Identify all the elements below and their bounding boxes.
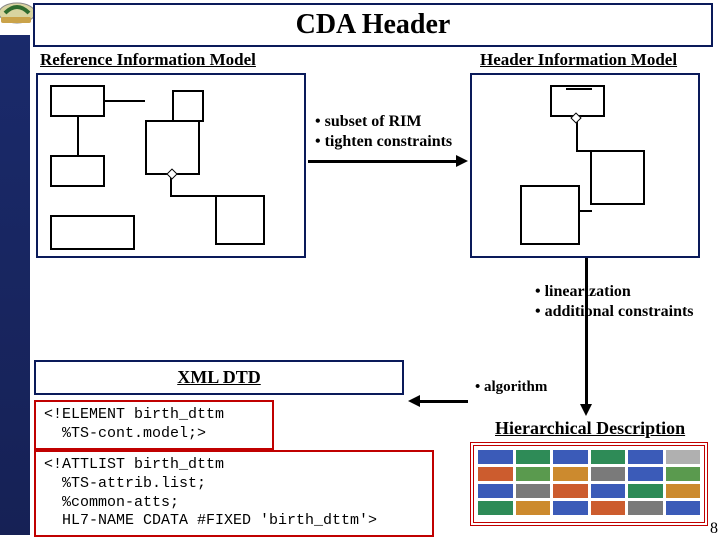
hd-cell <box>516 467 551 481</box>
hd-cell <box>516 450 551 464</box>
xml-panel-title: XML DTD <box>177 367 261 387</box>
xml-code-block-1: <!ELEMENT birth_dttm %TS-cont.model;> <box>34 400 274 450</box>
rim-panel-title: Reference Information Model <box>40 50 256 70</box>
hd-title: Hierarchical Description <box>495 418 685 439</box>
uml-box <box>550 85 605 117</box>
hd-cell <box>478 467 513 481</box>
hd-cell <box>591 484 626 498</box>
bullets-rim-to-him: • subset of RIM • tighten constraints <box>315 112 452 152</box>
arrow-head-icon <box>456 155 468 167</box>
page-title: CDA Header <box>296 9 451 40</box>
hd-cell <box>553 467 588 481</box>
hd-cell <box>553 484 588 498</box>
hd-cell <box>478 501 513 515</box>
hd-cell <box>666 450 701 464</box>
hd-cell <box>478 484 513 498</box>
hd-cell <box>591 450 626 464</box>
hd-cell <box>628 467 663 481</box>
uml-box <box>172 90 204 122</box>
hd-cell <box>553 450 588 464</box>
hd-cell <box>666 501 701 515</box>
arrow-head-icon <box>408 395 420 407</box>
xml-panel: XML DTD <box>34 360 404 395</box>
hd-cell <box>628 450 663 464</box>
title-banner: CDA Header <box>33 3 713 47</box>
uml-box <box>50 215 135 250</box>
uml-box <box>50 85 105 117</box>
arrow-rim-to-him <box>308 160 458 163</box>
hd-cell <box>478 450 513 464</box>
hd-cell <box>628 484 663 498</box>
hd-cell <box>591 467 626 481</box>
uml-box <box>520 185 580 245</box>
hd-cell <box>666 484 701 498</box>
hd-cell <box>628 501 663 515</box>
hd-cell <box>666 467 701 481</box>
sidebar-stripe <box>0 35 30 535</box>
xml-code-block-2: <!ATTLIST birth_dttm %TS-attrib.list; %c… <box>34 450 434 537</box>
uml-box <box>145 120 200 175</box>
hd-cell <box>591 501 626 515</box>
hd-cell <box>516 501 551 515</box>
hd-cell <box>516 484 551 498</box>
page-number: 8 <box>710 520 718 538</box>
uml-box <box>590 150 645 205</box>
him-panel-title: Header Information Model <box>480 50 677 70</box>
bullets-him-to-hd: • linearization • additional constraints <box>535 282 694 322</box>
arrow-him-to-hd <box>585 258 588 406</box>
arrow-head-icon <box>580 404 592 416</box>
uml-box <box>50 155 105 187</box>
arrow-hd-to-xml <box>420 400 468 403</box>
uml-box <box>215 195 265 245</box>
hd-cell <box>553 501 588 515</box>
bullets-hd-to-xml: • algorithm <box>475 378 547 397</box>
hd-grid <box>470 442 708 526</box>
